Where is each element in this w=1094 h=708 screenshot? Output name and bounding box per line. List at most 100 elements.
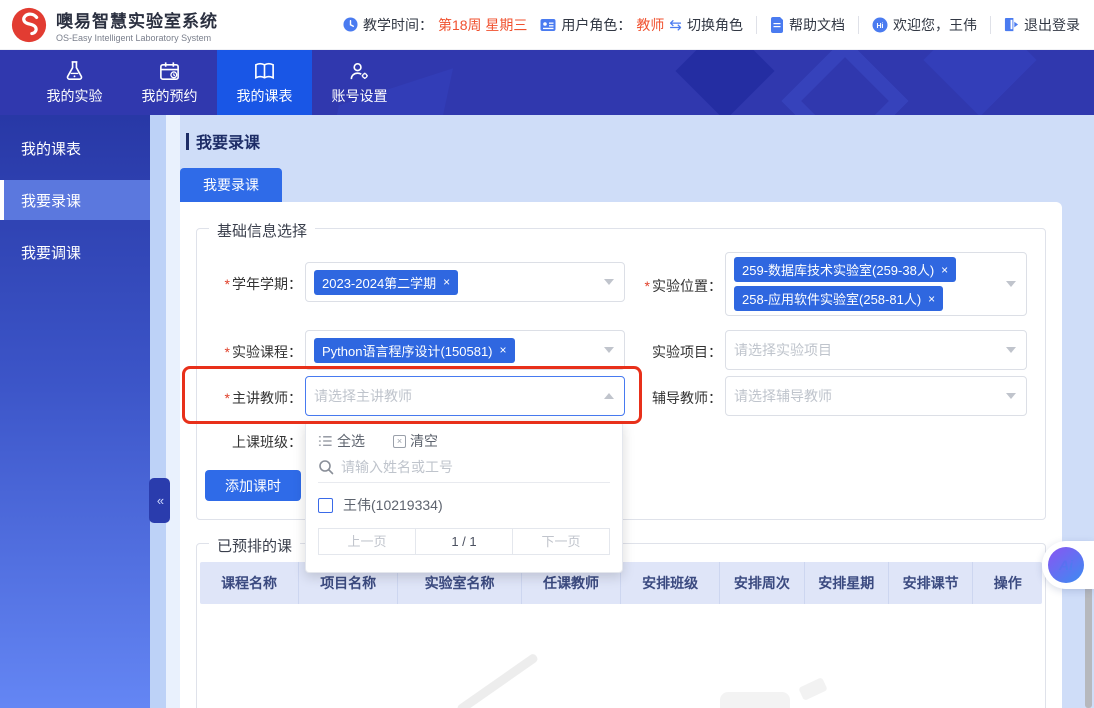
caret-down-icon [1006,347,1016,353]
flask-icon [63,60,86,83]
tab-record-course[interactable]: 我要录课 [180,168,282,202]
column-header: 安排班级 [620,562,719,604]
column-header: 课程名称 [200,562,298,604]
caret-down-icon [1006,393,1016,399]
teacher-option[interactable]: 王伟(10219334) [318,495,610,515]
basic-info-legend: 基础信息选择 [209,220,315,241]
nav-decoration [676,50,775,115]
prev-page-button[interactable]: 上一页 [318,528,416,555]
user-settings-icon [348,60,371,83]
header-divider [990,16,991,34]
add-class-hours-button[interactable]: 添加课时 [205,470,301,501]
caret-down-icon [604,347,614,353]
next-page-button[interactable]: 下一页 [512,528,610,555]
select-all-button[interactable]: 全选 [318,431,365,451]
tag-close-icon[interactable]: × [941,263,948,277]
search-icon [318,459,334,475]
column-header: 安排周次 [719,562,803,604]
lab-location-tag: 258-应用软件实验室(258-81人)× [734,286,943,311]
empty-state-illustration [720,692,790,708]
page-indicator: 1 / 1 [415,528,513,555]
sidebar-item-my-schedule[interactable]: 我的课表 [0,128,150,168]
page-title: 我要录课 [186,129,260,153]
id-card-icon [540,18,556,32]
sidebar-collapse-handle[interactable]: « [149,478,170,523]
project-select[interactable]: 请选择实验项目 [725,330,1027,370]
select-all-icon [318,434,333,448]
dropdown-pagination: 上一页 1 / 1 下一页 [318,528,610,555]
tag-close-icon[interactable]: × [928,292,935,306]
sidebar: 我的课表 我要录课 我要调课 [0,115,150,708]
assistant-teacher-label: 辅导教师： [632,388,722,408]
lab-location-tag: 259-数据库技术实验室(259-38人)× [734,257,956,282]
tag-close-icon[interactable]: × [443,275,450,289]
course-tag: Python语言程序设计(150581)× [314,338,515,363]
user-role: 用户角色： 教师 ⇆ 切换角色 [540,15,743,35]
svg-text:Hi: Hi [877,22,884,29]
teacher-search [318,459,610,483]
sidebar-item-adjust-course[interactable]: 我要调课 [0,232,150,272]
column-header: 安排星期 [804,562,888,604]
book-icon [253,60,276,83]
assistant-teacher-select[interactable]: 请选择辅导教师 [725,376,1027,416]
checkbox-unchecked[interactable] [318,498,333,513]
content: 我要录课 我要录课 基础信息选择 *学年学期： 2023-2024第二学期× *… [180,115,1094,708]
course-label: *实验课程： [180,342,302,362]
clear-button[interactable]: × 清空 [393,431,438,451]
nav-tab-my-experiments[interactable]: 我的实验 [27,50,122,115]
top-header: 噢易智慧实验室系统 OS-Easy Intelligent Laboratory… [0,0,1094,50]
title-bar-decoration [186,133,189,150]
caret-down-icon [604,279,614,285]
help-doc-link[interactable]: 帮助文档 [770,15,845,35]
lab-location-select[interactable]: 259-数据库技术实验室(259-38人)× 258-应用软件实验室(258-8… [725,252,1027,316]
semester-select[interactable]: 2023-2024第二学期× [305,262,625,302]
teaching-time-value: 第18周 星期三 [438,15,527,35]
column-header: 安排课节 [888,562,972,604]
semester-label: *学年学期： [180,274,302,294]
caret-down-icon [1006,281,1016,287]
user-role-label: 用户角色： [561,15,631,35]
lead-teacher-label: *主讲教师： [180,388,302,408]
empty-state-illustration [798,677,827,701]
lead-teacher-select[interactable]: 请选择主讲教师 [305,376,625,416]
hi-icon: Hi [872,17,888,33]
switch-role-link[interactable]: 切换角色 [687,15,743,35]
logout-link[interactable]: 退出登录 [1004,15,1080,35]
tag-close-icon[interactable]: × [500,343,507,357]
course-select[interactable]: Python语言程序设计(150581)× [305,330,625,370]
switch-role-icon: ⇆ [669,16,682,34]
teacher-search-input[interactable] [341,459,610,475]
nav-tab-my-reservations[interactable]: 我的预约 [122,50,217,115]
calendar-icon [158,60,181,83]
app-subtitle: OS-Easy Intelligent Laboratory System [56,33,218,43]
collapse-icon: « [157,493,162,508]
logo-icon [10,6,48,44]
header-divider [858,16,859,34]
lab-location-label: *实验位置： [632,276,722,296]
user-role-value: 教师 [636,15,664,35]
caret-up-icon [604,393,614,399]
app-title: 噢易智慧实验室系统 [56,7,218,32]
nav-decoration [923,50,1036,115]
sidebar-gap [150,115,166,708]
nav-tab-account-settings[interactable]: 账号设置 [312,50,407,115]
nav-tab-my-schedule[interactable]: 我的课表 [217,50,312,115]
main-nav: 我的实验 我的预约 我的课表 [0,50,1094,115]
nav-decoration [781,50,908,115]
ai-assistant-button[interactable]: Ai [1042,541,1094,589]
lead-teacher-dropdown: 全选 × 清空 王伟(10219334) [305,421,623,573]
scheduled-table: 课程名称 项目名称 实验室名称 任课教师 安排班级 安排周次 安排星期 安排课节… [200,562,1042,708]
teaching-time: 教学时间： 第18周 星期三 [343,15,527,35]
ai-icon: Ai [1048,547,1084,583]
project-label: 实验项目： [632,342,722,362]
semester-tag: 2023-2024第二学期× [314,270,458,295]
document-icon [770,17,784,33]
logo: 噢易智慧实验室系统 OS-Easy Intelligent Laboratory… [10,6,218,44]
clock-icon [343,17,358,32]
header-divider [756,16,757,34]
empty-state-illustration [456,653,539,708]
table-empty-body [200,604,1042,708]
sidebar-gap [166,115,180,708]
teaching-time-label: 教学时间： [363,15,433,35]
sidebar-item-record-course[interactable]: 我要录课 [0,180,150,220]
